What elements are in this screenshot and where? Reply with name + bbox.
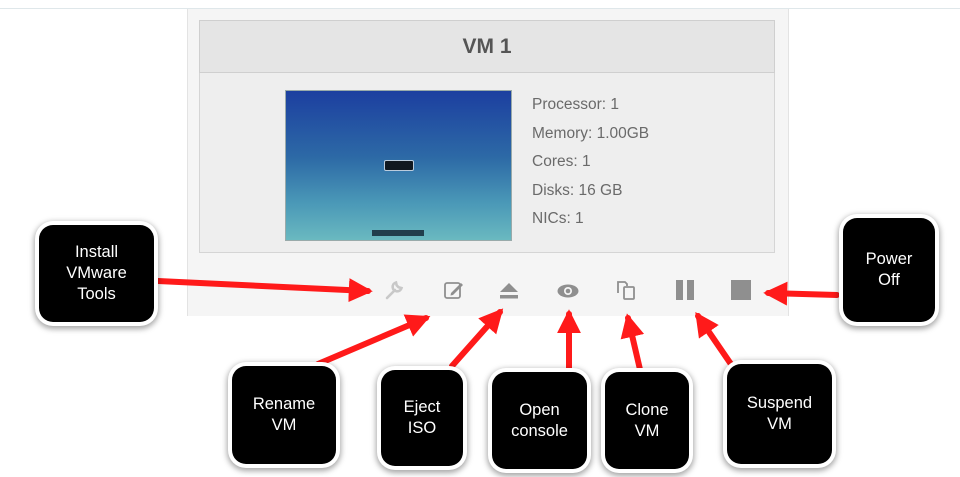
callout-install-vmware-tools: Install VMware Tools	[39, 225, 154, 322]
arrow-clone	[620, 313, 645, 381]
callout-clone-vm: Clone VM	[605, 372, 689, 469]
callout-power-off: Power Off	[843, 218, 935, 322]
arrow-eject	[449, 308, 504, 369]
arrow-rename	[315, 314, 431, 367]
arrow-power-off	[763, 281, 840, 306]
arrow-install-tools	[155, 278, 373, 303]
callout-eject-iso: Eject ISO	[381, 370, 463, 466]
callout-suspend-vm: Suspend VM	[727, 364, 832, 464]
callout-rename-vm: Rename VM	[232, 366, 336, 464]
arrow-suspend	[695, 312, 738, 373]
callout-open-console: Open console	[492, 372, 587, 469]
